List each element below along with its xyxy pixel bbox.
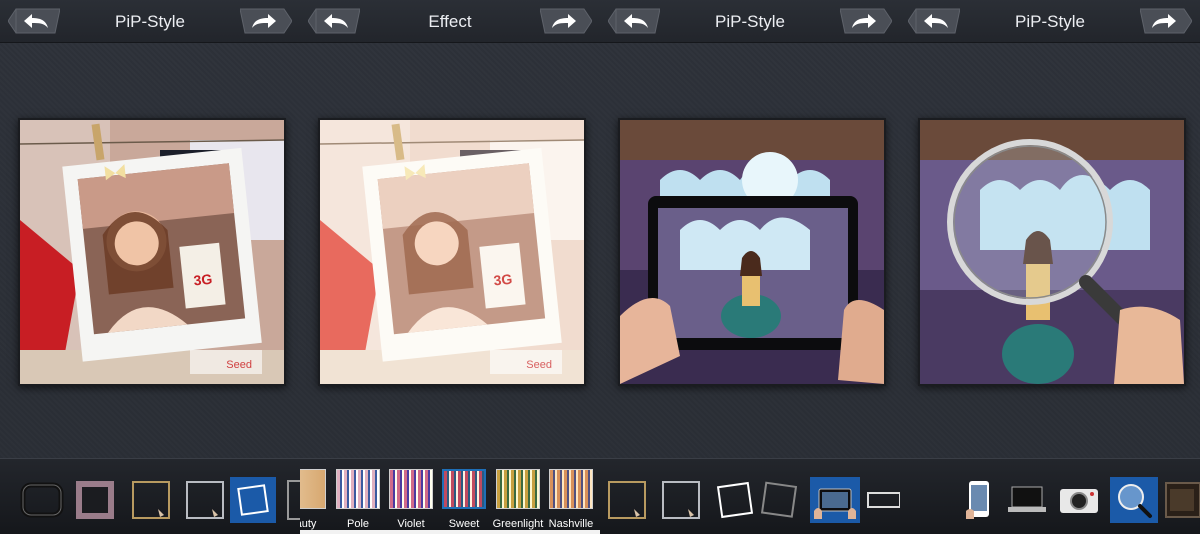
- top-bar: PiP-Style: [900, 0, 1200, 43]
- photo-preview[interactable]: 3G Seed: [318, 118, 586, 386]
- photo-preview[interactable]: [618, 118, 886, 386]
- frame-option-wide[interactable]: [866, 477, 900, 523]
- frame-option-phone[interactable]: [956, 477, 1002, 523]
- watermark-text: Seed: [526, 359, 552, 371]
- frame-picker: [0, 458, 300, 534]
- filter-option-sweet[interactable]: [442, 469, 486, 515]
- photo-preview[interactable]: 3G Seed: [18, 118, 286, 386]
- filter-label-violet: Violet: [397, 518, 425, 530]
- back-button[interactable]: [8, 8, 60, 34]
- back-button[interactable]: [908, 8, 960, 34]
- filter-label-greenlight: Greenlight: [492, 518, 544, 530]
- screen-effect: Effect 3G Seed uty Pole Violet Sweet Gre…: [300, 0, 600, 534]
- frame-picker: [600, 458, 900, 534]
- frame-option-magnifier-selected[interactable]: [1110, 477, 1158, 523]
- frame-option-white-tilt[interactable]: [712, 477, 758, 523]
- page-title: PiP-Style: [715, 12, 785, 31]
- frame-option-camera[interactable]: [1056, 477, 1102, 523]
- frame-option-tv[interactable]: [20, 477, 66, 523]
- filter-option-greenlight[interactable]: [496, 469, 540, 515]
- selection-underline: [300, 530, 600, 534]
- filter-option-pole[interactable]: [336, 469, 380, 515]
- filter-option-violet[interactable]: [389, 469, 433, 515]
- forward-button[interactable]: [1140, 8, 1192, 34]
- back-button[interactable]: [608, 8, 660, 34]
- filter-label-pole: Pole: [346, 518, 370, 530]
- forward-button[interactable]: [540, 8, 592, 34]
- frame-option-film[interactable]: [1164, 477, 1200, 523]
- frame-option-ornate[interactable]: [72, 477, 118, 523]
- badge-text: 3G: [493, 271, 513, 289]
- page-title: PiP-Style: [115, 12, 185, 31]
- back-button[interactable]: [308, 8, 360, 34]
- forward-button[interactable]: [240, 8, 292, 34]
- frame-option-blue-selected[interactable]: [230, 477, 276, 523]
- top-bar: Effect: [300, 0, 600, 43]
- badge-text: 3G: [193, 271, 213, 289]
- frame-option-laptop[interactable]: [1004, 477, 1050, 523]
- filter-label-nashville: Nashville: [548, 518, 594, 530]
- frame-option-silver[interactable]: [658, 477, 704, 523]
- frame-option-silver[interactable]: [182, 477, 228, 523]
- frame-option-tablet-selected[interactable]: [810, 477, 860, 523]
- frame-option-partial[interactable]: [284, 477, 300, 523]
- top-bar: PiP-Style: [600, 0, 900, 43]
- forward-button[interactable]: [840, 8, 892, 34]
- top-bar: PiP-Style: [0, 0, 300, 43]
- filter-option-beauty[interactable]: [300, 469, 326, 515]
- filter-label-sweet: Sweet: [448, 518, 480, 530]
- screenshot-strip: PiP-Style 3G Seed Effect 3G Seed uty Pol…: [0, 0, 1200, 534]
- watermark-text: Seed: [226, 359, 252, 371]
- screen-pip-style-2: PiP-Style: [600, 0, 900, 534]
- frame-picker: [900, 458, 1200, 534]
- frame-option-dark-tilt[interactable]: [758, 477, 804, 523]
- photo-preview[interactable]: [918, 118, 1186, 386]
- frame-option-gold[interactable]: [128, 477, 174, 523]
- frame-option-gold[interactable]: [604, 477, 650, 523]
- screen-pip-style-1: PiP-Style 3G Seed: [0, 0, 300, 534]
- page-title: Effect: [428, 12, 472, 31]
- filter-option-nashville[interactable]: [549, 469, 593, 515]
- page-title: PiP-Style: [1015, 12, 1085, 31]
- screen-pip-style-3: PiP-Style: [900, 0, 1200, 534]
